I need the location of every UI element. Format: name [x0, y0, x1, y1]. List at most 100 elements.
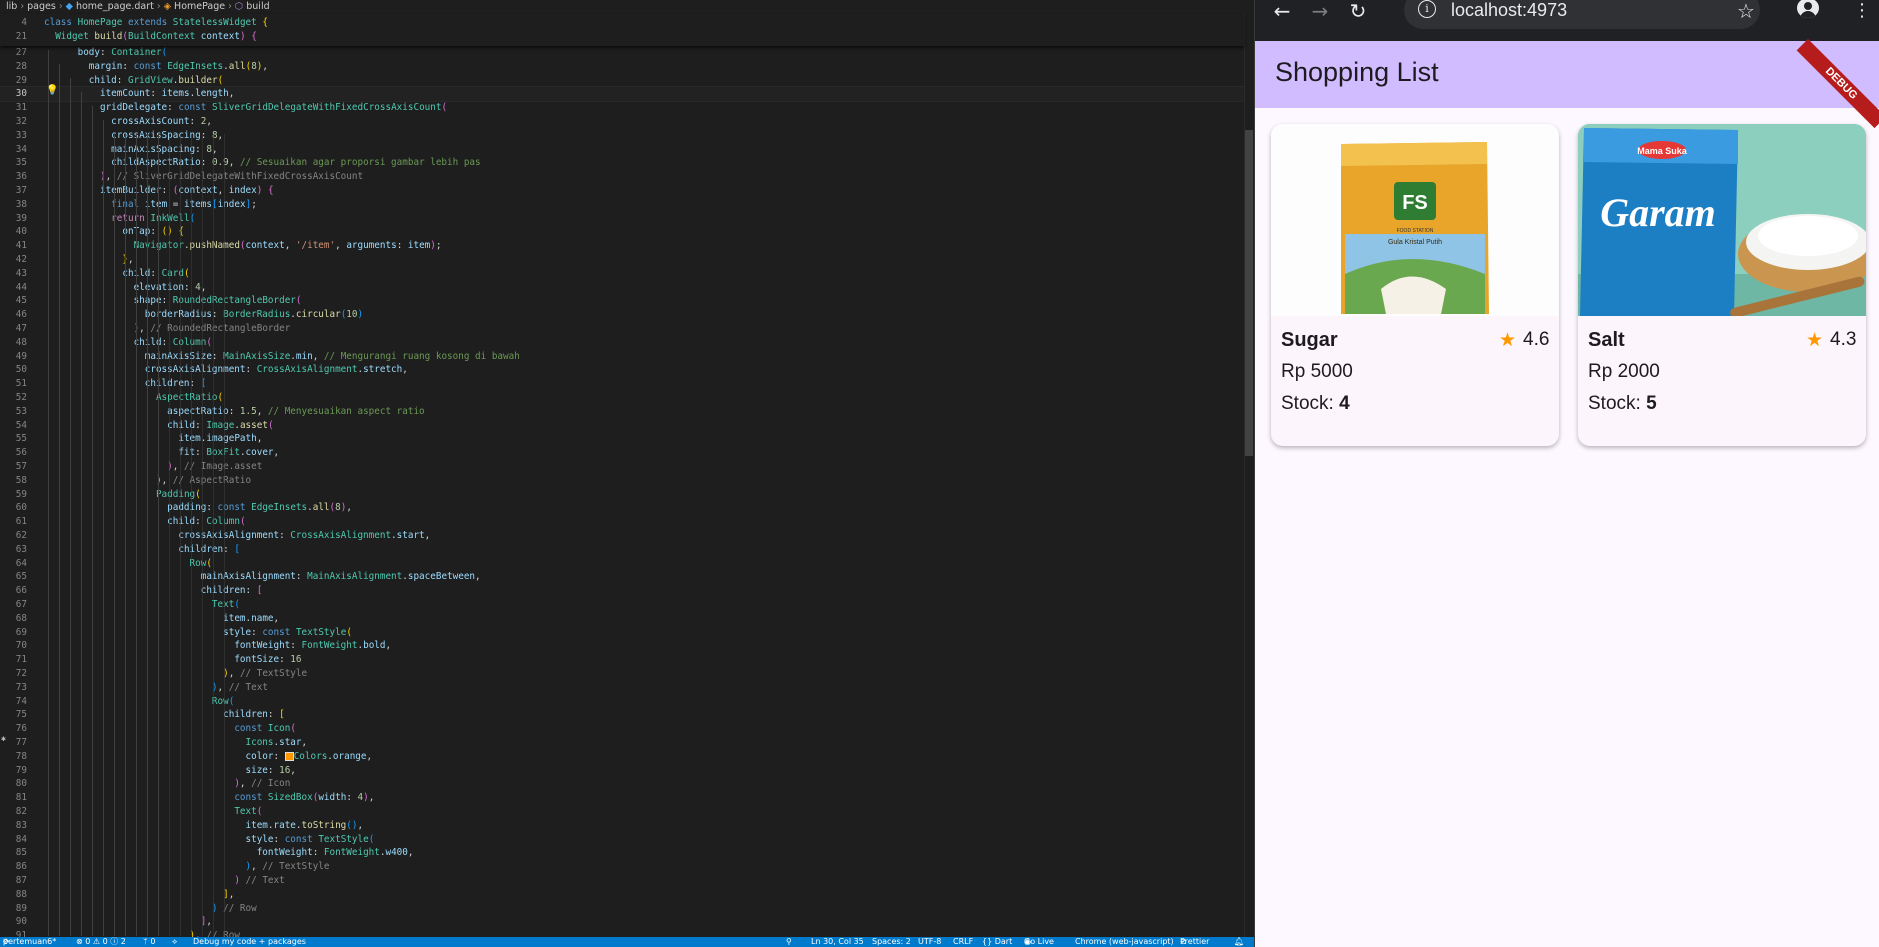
- code-line[interactable]: 52 AspectRatio(: [0, 391, 1244, 405]
- code-line[interactable]: 27 body: Container(: [0, 46, 1244, 60]
- code-line[interactable]: 34 mainAxisSpacing: 8,: [0, 143, 1244, 157]
- sticky-line[interactable]: 4 class HomePage extends StatelessWidget …: [0, 16, 1244, 30]
- code-text[interactable]: ), // Text: [44, 681, 268, 695]
- code-line[interactable]: 57 ), // Image.asset: [0, 460, 1244, 474]
- breadcrumb-method[interactable]: build: [246, 1, 269, 12]
- status-ports[interactable]: ᛘ 0: [143, 937, 155, 947]
- code-line[interactable]: 43 child: Card(: [0, 267, 1244, 281]
- code-line[interactable]: 87 ) // Text: [0, 874, 1244, 888]
- code-text[interactable]: style: const TextStyle(: [44, 626, 352, 640]
- code-line[interactable]: 45 shape: RoundedRectangleBorder(: [0, 294, 1244, 308]
- code-text[interactable]: margin: const EdgeInsets.all(8),: [44, 60, 268, 74]
- site-info-icon[interactable]: i: [1418, 0, 1436, 18]
- code-text[interactable]: child: Column(: [44, 515, 245, 529]
- code-text[interactable]: ), // TextStyle: [44, 667, 307, 681]
- code-line[interactable]: 60 padding: const EdgeInsets.all(8),: [0, 501, 1244, 515]
- code-text[interactable]: body: Container(: [44, 46, 168, 60]
- code-line[interactable]: 68 item.name,: [0, 612, 1244, 626]
- code-line[interactable]: 51 children: [: [0, 377, 1244, 391]
- code-text[interactable]: mainAxisSize: MainAxisSize.min, // Mengu…: [44, 350, 520, 364]
- code-line[interactable]: 77 Icons.star,: [0, 736, 1244, 750]
- code-line[interactable]: 73 ), // Text: [0, 681, 1244, 695]
- code-text[interactable]: fontSize: 16: [44, 653, 301, 667]
- code-line[interactable]: 47 ), // RoundedRectangleBorder: [0, 322, 1244, 336]
- breadcrumb-class[interactable]: HomePage: [174, 1, 225, 12]
- code-text[interactable]: Widget build(BuildContext context) {: [44, 30, 257, 44]
- code-line[interactable]: 42 },: [0, 253, 1244, 267]
- code-line[interactable]: 63 children: [: [0, 543, 1244, 557]
- code-line[interactable]: 61 child: Column(: [0, 515, 1244, 529]
- code-line[interactable]: 88 ],: [0, 888, 1244, 902]
- lightbulb-icon[interactable]: 💡: [46, 85, 58, 97]
- code-line[interactable]: 76 const Icon(: [0, 722, 1244, 736]
- code-line[interactable]: 44 elevation: 4,: [0, 281, 1244, 295]
- status-debug-icon[interactable]: ⟡: [172, 937, 177, 947]
- code-line[interactable]: 72 ), // TextStyle: [0, 667, 1244, 681]
- profile-avatar-icon[interactable]: [1797, 0, 1819, 18]
- code-line[interactable]: 69 style: const TextStyle(: [0, 626, 1244, 640]
- code-text[interactable]: Icons.star,: [44, 736, 308, 750]
- code-line[interactable]: 58 ), // AspectRatio: [0, 474, 1244, 488]
- code-text[interactable]: child: Card(: [44, 267, 189, 281]
- code-text[interactable]: children: [: [44, 543, 240, 557]
- editor-scrollbar-thumb[interactable]: [1245, 130, 1253, 456]
- code-line[interactable]: 56 fit: BoxFit.cover,: [0, 446, 1244, 460]
- code-text[interactable]: ), // Row: [44, 929, 240, 937]
- code-line[interactable]: 84 style: const TextStyle(: [0, 833, 1244, 847]
- notifications-icon[interactable]: 🔔︎: [1234, 937, 1244, 947]
- code-text[interactable]: aspectRatio: 1.5, // Menyesuaikan aspect…: [44, 405, 425, 419]
- code-line[interactable]: 86 ), // TextStyle: [0, 860, 1244, 874]
- code-text[interactable]: crossAxisAlignment: CrossAxisAlignment.s…: [44, 363, 408, 377]
- code-text[interactable]: Text(: [44, 598, 240, 612]
- status-encoding[interactable]: UTF-8: [918, 937, 941, 947]
- sticky-line[interactable]: 21 Widget build(BuildContext context) {: [0, 30, 1244, 44]
- code-text[interactable]: fontWeight: FontWeight.bold,: [44, 639, 391, 653]
- code-line[interactable]: 64 Row(: [0, 557, 1244, 571]
- code-line[interactable]: 78 color: Colors.orange,: [0, 750, 1244, 764]
- code-line[interactable]: 30 itemCount: items.length,: [0, 86, 1244, 103]
- zoom-icon[interactable]: ⚲: [786, 937, 792, 947]
- code-line[interactable]: 49 mainAxisSize: MainAxisSize.min, // Me…: [0, 350, 1244, 364]
- code-line[interactable]: 81 const SizedBox(width: 4),: [0, 791, 1244, 805]
- code-line[interactable]: 90 ],: [0, 915, 1244, 929]
- url-text[interactable]: localhost:4973: [1451, 0, 1567, 20]
- status-problems[interactable]: ⊗ 0 ⚠ 0 ⓘ 2: [76, 937, 126, 947]
- code-text[interactable]: class HomePage extends StatelessWidget {: [44, 16, 268, 30]
- code-text[interactable]: item.imagePath,: [44, 432, 262, 446]
- code-line[interactable]: 28 margin: const EdgeInsets.all(8),: [0, 60, 1244, 74]
- code-line[interactable]: 79 size: 16,: [0, 764, 1244, 778]
- code-line[interactable]: 41 Navigator.pushNamed(context, '/item',…: [0, 239, 1244, 253]
- code-line[interactable]: 83 item.rate.toString(),: [0, 819, 1244, 833]
- code-text[interactable]: color: Colors.orange,: [44, 750, 373, 764]
- code-line[interactable]: 31 gridDelegate: const SliverGridDelegat…: [0, 101, 1244, 115]
- code-editor[interactable]: lib › pages › ◆ home_page.dart › ◈ HomePage › ⬡ …: [0, 0, 1255, 937]
- code-text[interactable]: children: [: [44, 584, 263, 598]
- code-text[interactable]: fit: BoxFit.cover,: [44, 446, 279, 460]
- code-line[interactable]: 85 fontWeight: FontWeight.w400,: [0, 846, 1244, 860]
- code-line[interactable]: 74 Row(: [0, 695, 1244, 709]
- code-line[interactable]: 29 child: GridView.builder(: [0, 74, 1244, 88]
- code-line[interactable]: 91 ), // Row: [0, 929, 1244, 937]
- code-text[interactable]: const SizedBox(width: 4),: [44, 791, 374, 805]
- code-text[interactable]: padding: const EdgeInsets.all(8),: [44, 501, 352, 515]
- code-text[interactable]: mainAxisAlignment: MainAxisAlignment.spa…: [44, 570, 481, 584]
- code-line[interactable]: 89 ) // Row: [0, 902, 1244, 916]
- code-text[interactable]: style: const TextStyle(: [44, 833, 375, 847]
- code-text[interactable]: childAspectRatio: 0.9, // Sesuaikan agar…: [44, 156, 480, 170]
- code-line[interactable]: 67 Text(: [0, 598, 1244, 612]
- code-text[interactable]: itemCount: items.length,: [44, 87, 234, 101]
- sticky-scroll-header[interactable]: 4 class HomePage extends StatelessWidget …: [0, 14, 1244, 46]
- status-device[interactable]: Chrome (web-javascript): [1075, 937, 1174, 947]
- forward-arrow-icon[interactable]: →: [1307, 0, 1333, 22]
- code-line[interactable]: 48 child: Column(: [0, 336, 1244, 350]
- code-text[interactable]: fontWeight: FontWeight.w400,: [44, 846, 414, 860]
- back-arrow-icon[interactable]: ←: [1269, 0, 1295, 22]
- code-line[interactable]: 70 fontWeight: FontWeight.bold,: [0, 639, 1244, 653]
- code-line[interactable]: 37 itemBuilder: (context, index) {: [0, 184, 1244, 198]
- bookmark-star-icon[interactable]: ☆: [1733, 0, 1759, 22]
- code-line[interactable]: 71 fontSize: 16: [0, 653, 1244, 667]
- code-text[interactable]: },: [44, 253, 133, 267]
- code-line[interactable]: 80 ), // Icon: [0, 777, 1244, 791]
- code-line[interactable]: 54 child: Image.asset(: [0, 419, 1244, 433]
- code-area[interactable]: 27 body: Container(28 margin: const Edge…: [0, 46, 1244, 937]
